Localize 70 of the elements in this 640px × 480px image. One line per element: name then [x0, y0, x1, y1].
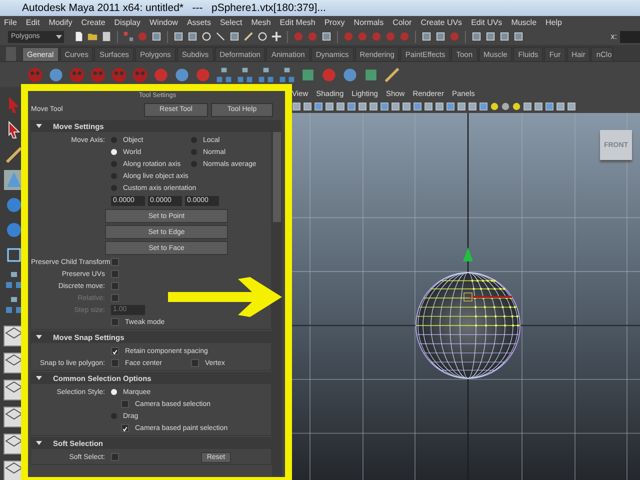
checkbox[interactable] [111, 318, 119, 326]
brush-icon[interactable] [4, 145, 24, 165]
menu-item[interactable]: Help [546, 18, 562, 26]
scrollbar[interactable] [272, 120, 282, 480]
cube-icon[interactable] [499, 31, 510, 42]
checkbox[interactable] [111, 359, 119, 367]
cube-icon[interactable] [421, 31, 432, 42]
radio-button[interactable] [111, 149, 117, 155]
cube-icon[interactable] [471, 31, 482, 42]
brush-icon[interactable] [243, 31, 254, 42]
menu-item[interactable]: Normals [354, 18, 384, 26]
window-title: Autodesk Maya 2011 x64: untitled* --- pSphere1.vtx[180:379]... [0, 0, 640, 16]
cube-icon[interactable] [485, 31, 496, 42]
menu-item[interactable]: Mesh [251, 18, 271, 26]
menu-item[interactable]: Edit [26, 18, 40, 26]
menu-item[interactable]: Color [392, 18, 412, 26]
radio-button[interactable] [111, 185, 117, 191]
checkbox[interactable] [111, 282, 119, 290]
cube-icon[interactable] [435, 31, 446, 42]
radio-button[interactable] [111, 161, 117, 167]
radio-button[interactable] [111, 413, 117, 419]
line-icon[interactable] [215, 31, 226, 42]
cube-icon[interactable] [151, 31, 162, 42]
menu-item[interactable]: Edit Mesh [280, 18, 316, 26]
radio-button[interactable] [191, 149, 197, 155]
checkbox[interactable] [111, 258, 119, 266]
radio-button[interactable] [111, 389, 117, 395]
checkbox[interactable] [121, 424, 129, 432]
menu-item[interactable]: Select [220, 18, 242, 26]
menu-item[interactable]: Assets [186, 18, 211, 26]
checkbox[interactable] [121, 400, 129, 408]
save-icon[interactable] [101, 31, 112, 42]
menu-item[interactable]: Create [81, 18, 106, 26]
circle-icon[interactable] [201, 31, 212, 42]
move-manipulator-drawing [463, 247, 512, 302]
menu-item[interactable]: Modify [48, 18, 72, 26]
radio-button[interactable] [111, 173, 117, 179]
scroll-thumb[interactable] [273, 132, 281, 222]
expand-triangle-icon [36, 335, 42, 339]
radio-button[interactable] [111, 137, 117, 143]
expand-triangle-icon [36, 441, 42, 445]
square-icon[interactable] [187, 31, 198, 42]
cube-icon[interactable] [229, 31, 240, 42]
input-field[interactable] [620, 30, 640, 42]
menu-item[interactable]: File [4, 18, 17, 26]
document-icon[interactable] [73, 31, 84, 42]
field-label: x: [610, 32, 617, 41]
caret-icon [56, 34, 62, 38]
cone-icon[interactable] [4, 170, 24, 190]
menu-item[interactable]: Edit UVs [471, 18, 502, 26]
square-icon[interactable] [173, 31, 184, 42]
circle-icon[interactable] [257, 31, 268, 42]
cube-icon[interactable] [321, 31, 332, 42]
checkbox[interactable] [111, 270, 119, 278]
expand-triangle-icon [36, 124, 42, 128]
menu-item[interactable]: Proxy [324, 18, 345, 26]
menu-item[interactable]: Display [114, 18, 140, 26]
expand-triangle-icon [36, 376, 42, 380]
menu-item[interactable]: Create UVs [420, 18, 462, 26]
radio-button[interactable] [191, 137, 197, 143]
folder-icon[interactable] [87, 31, 98, 42]
radio-button[interactable] [191, 161, 197, 167]
checkbox[interactable] [191, 359, 199, 367]
menu-item[interactable]: Window [150, 18, 178, 26]
brush-icon[interactable] [383, 66, 401, 84]
checkbox[interactable] [111, 453, 119, 461]
menu-item[interactable]: Muscle [511, 18, 537, 26]
cube-icon[interactable] [513, 31, 524, 42]
cross-icon[interactable] [271, 31, 282, 42]
checkbox[interactable] [111, 347, 119, 355]
